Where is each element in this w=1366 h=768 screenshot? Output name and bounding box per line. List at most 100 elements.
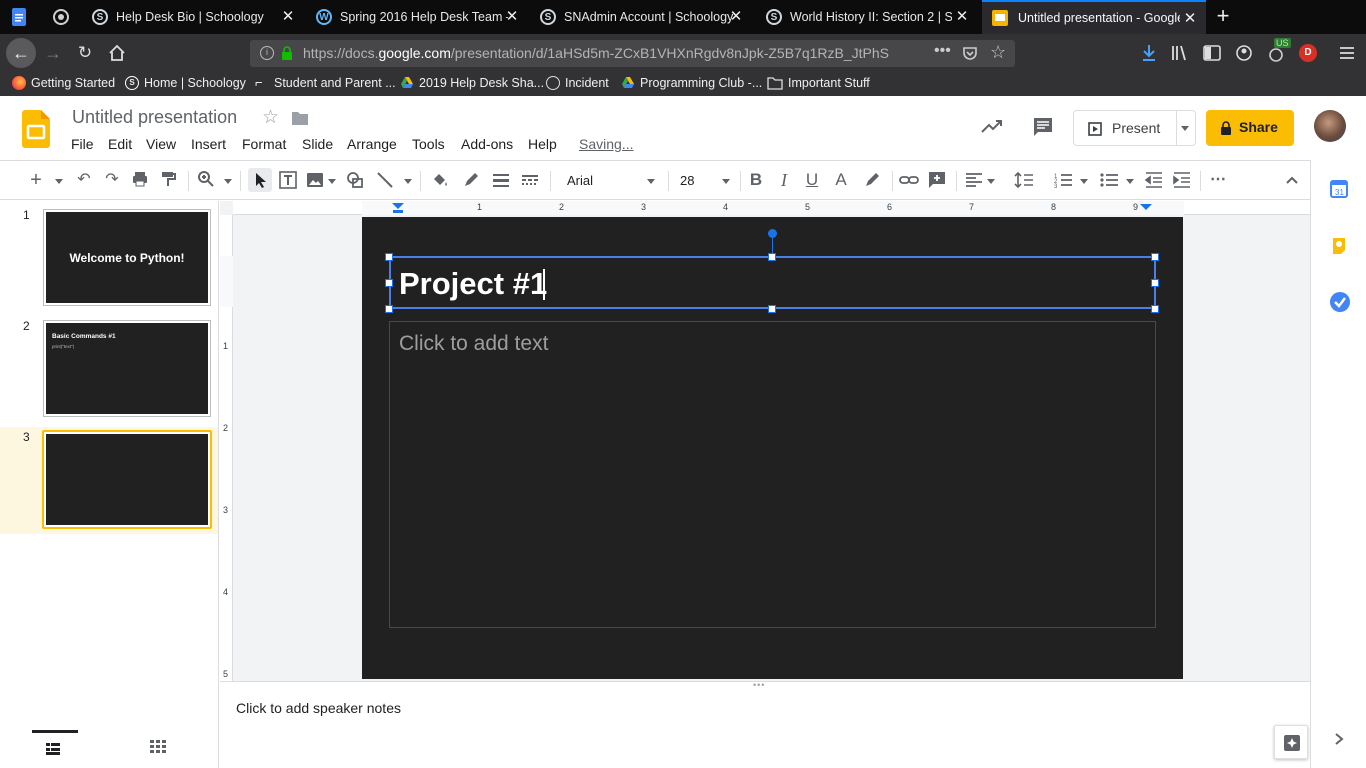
new-slide-icon[interactable]: + <box>26 170 46 190</box>
bold-icon[interactable]: B <box>746 170 766 190</box>
star-icon[interactable]: ☆ <box>262 106 279 129</box>
font-select[interactable]: Arial <box>558 170 658 192</box>
hamburger-menu-icon[interactable] <box>1338 43 1356 63</box>
numbered-list-icon[interactable]: 123 <box>1053 170 1073 190</box>
font-size-select[interactable]: 28 <box>672 170 734 192</box>
bookmark-home-schoology[interactable]: S Home | Schoology <box>125 76 246 90</box>
back-button[interactable]: ← <box>6 38 36 68</box>
align-chevron-icon[interactable] <box>987 179 995 184</box>
slides-home-icon[interactable] <box>22 110 50 148</box>
tasks-icon[interactable] <box>1329 291 1351 313</box>
menu-help[interactable]: Help <box>528 136 557 152</box>
align-icon[interactable] <box>964 170 984 190</box>
zoom-chevron-icon[interactable] <box>224 179 232 184</box>
menu-arrange[interactable]: Arrange <box>347 136 397 152</box>
downloads-icon[interactable] <box>1140 43 1158 63</box>
resize-handle-se[interactable] <box>1151 305 1159 313</box>
collapse-toolbar-icon[interactable] <box>1282 170 1302 190</box>
calendar-icon[interactable]: 31 <box>1330 180 1348 198</box>
select-tool-icon[interactable] <box>248 168 272 192</box>
slide-canvas[interactable]: Click to add text Project #1 <box>362 217 1183 679</box>
menu-view[interactable]: View <box>146 136 176 152</box>
menu-file[interactable]: File <box>71 136 94 152</box>
border-dash-icon[interactable] <box>520 170 540 190</box>
line-chevron-icon[interactable] <box>404 179 412 184</box>
pocket-icon[interactable] <box>962 45 978 61</box>
bulleted-list-icon[interactable] <box>1099 170 1119 190</box>
filmstrip-view-button[interactable] <box>32 730 78 768</box>
profile-badge[interactable]: D <box>1299 44 1317 62</box>
rotate-handle[interactable] <box>768 229 777 238</box>
paint-format-icon[interactable] <box>158 170 178 190</box>
doc-title[interactable]: Untitled presentation <box>72 107 237 128</box>
share-button[interactable]: Share <box>1206 110 1294 146</box>
tab-snadmin[interactable]: S SNAdmin Account | Schoology ✕ <box>530 0 752 34</box>
grid-view-button[interactable] <box>150 740 166 754</box>
reload-button[interactable]: ↻ <box>74 40 96 66</box>
expand-panel-icon[interactable] <box>1331 730 1347 748</box>
move-folder-icon[interactable] <box>291 110 309 126</box>
close-tab-icon[interactable]: ✕ <box>728 9 744 25</box>
image-icon[interactable] <box>305 170 325 190</box>
vpn-extension-icon[interactable]: US <box>1266 38 1291 64</box>
tab-world-history[interactable]: S World History II: Section 2 | Sch ✕ <box>756 0 978 34</box>
resize-handle-n[interactable] <box>768 253 776 261</box>
italic-icon[interactable]: I <box>774 170 794 190</box>
slide-thumbnail-3[interactable] <box>42 430 212 529</box>
numbered-list-chevron-icon[interactable] <box>1080 179 1088 184</box>
close-tab-icon[interactable]: ✕ <box>280 9 296 25</box>
bookmark-programming-club[interactable]: Programming Club -... <box>621 76 762 90</box>
tab-spring-2016[interactable]: W Spring 2016 Help Desk Team – ✕ <box>306 0 528 34</box>
right-indent-marker[interactable] <box>1140 204 1152 212</box>
present-options-button[interactable] <box>1176 110 1196 146</box>
border-color-icon[interactable] <box>461 170 481 190</box>
close-tab-icon[interactable]: ✕ <box>954 9 970 25</box>
notes-resize-handle[interactable]: ••• <box>753 680 765 690</box>
speaker-notes[interactable]: ••• Click to add speaker notes <box>220 680 1310 768</box>
library-icon[interactable] <box>1170 43 1190 63</box>
activity-icon[interactable] <box>980 116 1004 136</box>
present-button[interactable]: Present <box>1073 110 1177 146</box>
menu-edit[interactable]: Edit <box>108 136 132 152</box>
bookmark-important-stuff[interactable]: Important Stuff <box>767 76 870 90</box>
docs-pinned-tab-icon[interactable] <box>10 8 28 26</box>
resize-handle-w[interactable] <box>385 279 393 287</box>
underline-icon[interactable]: U <box>802 170 822 190</box>
forward-button[interactable]: → <box>42 40 64 66</box>
redo-icon[interactable]: ↷ <box>102 170 122 190</box>
zoom-icon[interactable] <box>196 170 216 190</box>
explore-button[interactable] <box>1274 725 1308 759</box>
url-bar[interactable]: i https://docs.google.com/presentation/d… <box>250 40 1015 67</box>
text-box-icon[interactable] <box>278 170 298 190</box>
pinned-tab-icon[interactable] <box>52 8 70 26</box>
bookmark-student-parent[interactable]: ⌐ Student and Parent ... <box>255 76 396 91</box>
menu-slide[interactable]: Slide <box>302 136 333 152</box>
keep-icon[interactable] <box>1331 236 1347 256</box>
close-tab-icon[interactable]: ✕ <box>1182 11 1198 27</box>
bookmark-help-desk-share[interactable]: 2019 Help Desk Sha... <box>400 76 544 90</box>
close-tab-icon[interactable]: ✕ <box>504 9 520 25</box>
resize-handle-s[interactable] <box>768 305 776 313</box>
slide-thumbnail-1[interactable]: Welcome to Python! <box>43 209 211 306</box>
highlight-color-icon[interactable] <box>862 170 882 190</box>
title-text-box[interactable]: Project #1 <box>389 256 1156 309</box>
resize-handle-ne[interactable] <box>1151 253 1159 261</box>
menu-add-ons[interactable]: Add-ons <box>461 136 513 152</box>
info-icon[interactable]: i <box>260 46 274 60</box>
line-icon[interactable] <box>375 170 395 190</box>
add-comment-icon[interactable] <box>927 170 947 190</box>
shape-icon[interactable] <box>345 170 365 190</box>
bulleted-list-chevron-icon[interactable] <box>1126 179 1134 184</box>
account-icon[interactable] <box>1234 43 1254 63</box>
home-button[interactable] <box>106 40 128 66</box>
bookmark-incident[interactable]: Incident <box>546 76 609 90</box>
resize-handle-nw[interactable] <box>385 253 393 261</box>
menu-insert[interactable]: Insert <box>191 136 226 152</box>
save-status[interactable]: Saving... <box>579 136 633 152</box>
more-options-icon[interactable]: ⋯ <box>1208 170 1228 190</box>
bookmark-getting-started[interactable]: Getting Started <box>12 76 115 90</box>
sidebar-icon[interactable] <box>1202 43 1222 63</box>
insert-link-icon[interactable] <box>899 170 919 190</box>
left-indent-marker[interactable] <box>392 203 404 213</box>
bookmark-star-icon[interactable]: ☆ <box>990 42 1006 63</box>
